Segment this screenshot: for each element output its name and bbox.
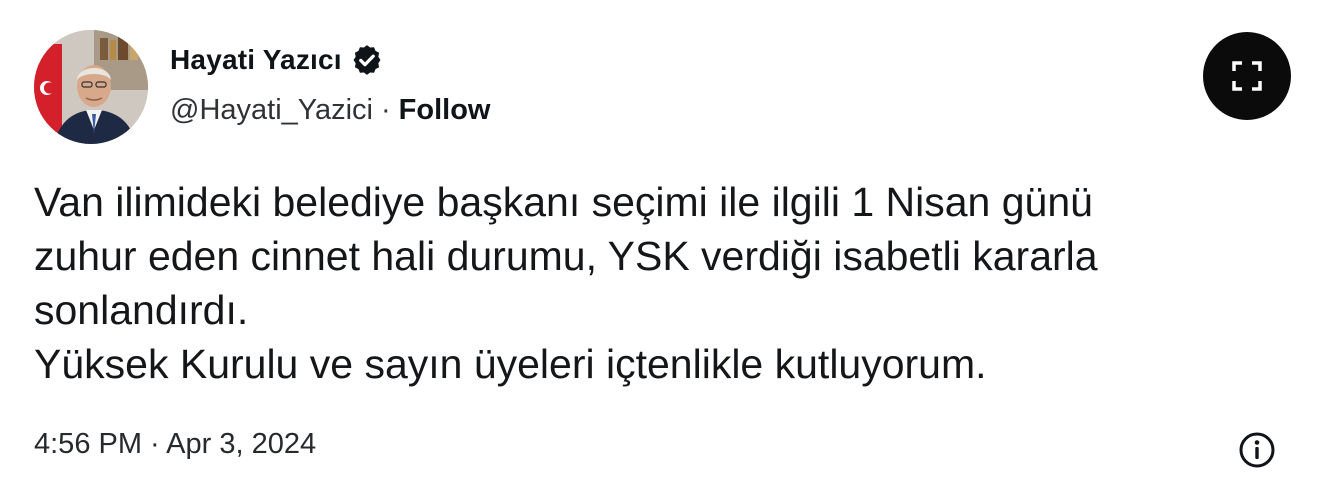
- author-handle[interactable]: @Hayati_Yazici: [170, 94, 373, 127]
- tweet-card: Hayati Yazıcı @Hayati_Yazici · Follow Va…: [0, 0, 1318, 481]
- avatar-image: [34, 30, 148, 144]
- separator-dot: ·: [380, 94, 391, 126]
- info-icon: [1239, 432, 1275, 468]
- expand-button[interactable]: [1203, 32, 1291, 120]
- avatar[interactable]: [34, 30, 148, 144]
- author-handle-row: @Hayati_Yazici · Follow: [170, 94, 490, 127]
- tweet-text: Van ilimideki belediye başkanı seçimi il…: [34, 175, 1284, 391]
- tweet-text-line: sonlandırdı.: [34, 287, 249, 333]
- author-name-row: Hayati Yazıcı: [170, 43, 384, 77]
- verified-badge-icon: [350, 43, 384, 77]
- author-display-name[interactable]: Hayati Yazıcı: [170, 44, 342, 76]
- info-button[interactable]: [1237, 430, 1277, 470]
- tweet-timestamp[interactable]: 4:56 PM · Apr 3, 2024: [34, 428, 316, 461]
- tweet-text-line: zuhur eden cinnet hali durumu, YSK verdi…: [34, 233, 1098, 279]
- tweet-text-line: Van ilimideki belediye başkanı seçimi il…: [34, 179, 1093, 225]
- tweet-text-line: Yüksek Kurulu ve sayın üyeleri içtenlikl…: [34, 341, 987, 387]
- follow-button[interactable]: Follow: [399, 94, 491, 127]
- expand-icon: [1232, 61, 1262, 91]
